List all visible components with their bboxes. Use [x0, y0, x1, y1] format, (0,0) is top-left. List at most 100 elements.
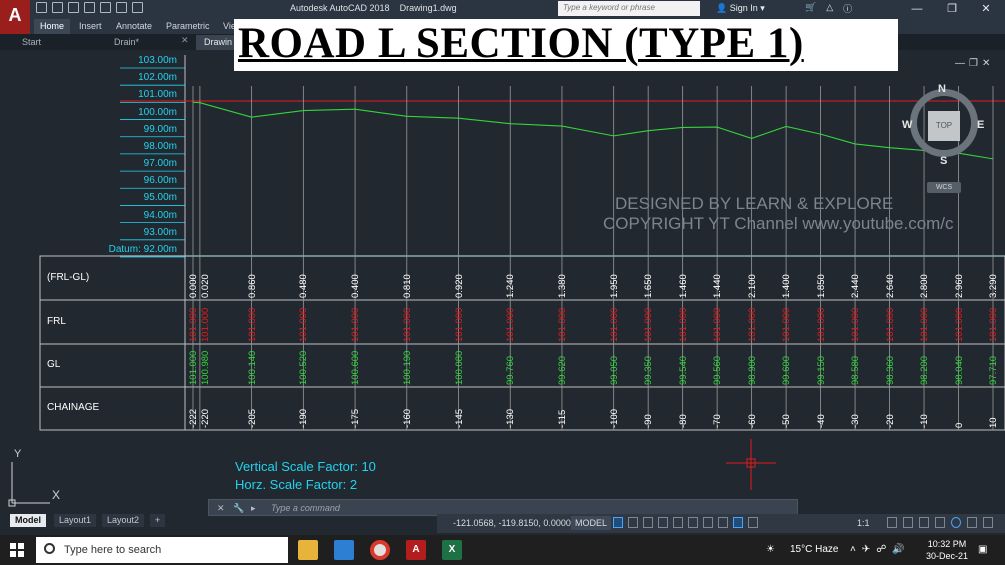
gl-value: 99.350	[643, 355, 655, 385]
gl-value: 100.190	[401, 350, 413, 385]
ortho-icon[interactable]	[643, 517, 653, 528]
tab-insert[interactable]: Insert	[73, 19, 108, 34]
frl-value: 101.000	[298, 307, 310, 342]
frl-gl-value: 1.400	[781, 274, 793, 298]
model-space-button[interactable]: MODEL	[571, 516, 612, 530]
status-bar: -121.0568, -119.8150, 0.0000 MODEL 1:1	[437, 514, 1005, 533]
annotation-scale[interactable]: 1:1	[857, 518, 870, 528]
frl-value: 101.000	[953, 307, 965, 342]
gl-value: 98.200	[919, 355, 931, 385]
frl-value: 101.000	[188, 307, 199, 342]
help-search-input[interactable]: Type a keyword or phrase	[558, 1, 700, 16]
weather-icon[interactable]: ☀	[766, 544, 775, 555]
gl-value: 99.760	[505, 355, 517, 385]
viewcube-south[interactable]: S	[940, 155, 947, 167]
cart-icon[interactable]: 🛒	[805, 2, 816, 15]
frl-gl-value: 1.850	[815, 274, 827, 298]
frl-gl-value: 1.950	[608, 274, 620, 298]
windows-start-icon[interactable]	[10, 543, 24, 557]
gl-value: 99.620	[556, 355, 568, 385]
status-right-icons	[887, 517, 993, 528]
frl-value: 101.000	[643, 307, 655, 342]
frl-gl-value: 1.460	[677, 274, 689, 298]
layout-tab-layout2[interactable]: Layout2	[102, 514, 145, 527]
plus-icon[interactable]	[903, 517, 913, 528]
elevation-label: 95.00m	[143, 192, 177, 204]
viewport-controls[interactable]: —❐✕	[955, 58, 994, 69]
frl-value: 101.000	[781, 307, 793, 342]
hardware-accel-icon[interactable]	[951, 517, 961, 528]
file-explorer-icon[interactable]	[298, 540, 318, 560]
lineweight-icon[interactable]	[703, 517, 713, 528]
weather-text[interactable]: 15°C Haze	[790, 544, 838, 555]
polar-icon[interactable]	[658, 517, 668, 528]
sign-in-button[interactable]: 👤 Sign In ▾	[716, 3, 765, 14]
zoom-icon[interactable]	[334, 540, 354, 560]
a360-icon[interactable]: △	[826, 2, 833, 15]
doc-tab-drawing1[interactable]: Drawin	[196, 35, 234, 50]
customization-menu-icon[interactable]	[983, 517, 993, 528]
save-icon[interactable]	[68, 2, 79, 13]
autocad-taskbar-icon[interactable]: A	[406, 540, 426, 560]
frl-value: 101.000	[608, 307, 620, 342]
layout-tab-layout1[interactable]: Layout1	[54, 514, 97, 527]
viewcube-north[interactable]: N	[938, 83, 946, 95]
isolate-icon[interactable]	[935, 517, 945, 528]
isodraft-icon[interactable]	[673, 517, 683, 528]
viewcube-west[interactable]: W	[902, 119, 912, 131]
close-button[interactable]: ✕	[975, 1, 997, 17]
frl-gl-value: 2.800	[919, 274, 931, 298]
taskbar-search-input[interactable]: Type here to search	[36, 537, 288, 563]
undo-icon[interactable]	[116, 2, 127, 13]
chrome-icon[interactable]	[370, 540, 390, 560]
cursor-coordinates[interactable]: -121.0568, -119.8150, 0.0000	[453, 518, 571, 528]
annotation-scale-icon[interactable]	[748, 517, 758, 528]
frl-value: 101.000	[919, 307, 931, 342]
chainage-value: -145	[453, 408, 465, 428]
gl-value: 99.540	[677, 355, 689, 385]
doc-tab-start[interactable]: Start	[0, 35, 105, 50]
plot-icon[interactable]	[100, 2, 111, 13]
annotation-monitor-icon[interactable]	[733, 517, 743, 528]
tab-parametric[interactable]: Parametric	[160, 19, 216, 34]
snap-icon[interactable]	[628, 517, 638, 528]
help-icon[interactable]: ⓘ	[843, 2, 852, 15]
system-tray-icons[interactable]: ˄✈☍🔊	[850, 544, 911, 555]
grid-icon[interactable]	[613, 517, 623, 528]
osnap-icon[interactable]	[688, 517, 698, 528]
drawing-canvas[interactable]: 103.00m 102.00m 101.00m 100.00m 99.00m 98.00m…	[0, 50, 1005, 512]
excel-icon[interactable]: X	[442, 540, 462, 560]
frl-value: 101.000	[712, 307, 724, 342]
chainage-value: -175	[350, 408, 362, 428]
save-as-icon[interactable]	[84, 2, 95, 13]
frl-gl-value: 0.480	[298, 274, 310, 298]
workspace-gear-icon[interactable]	[887, 517, 897, 528]
restore-button[interactable]: ❐	[941, 1, 963, 17]
viewcube-east[interactable]: E	[977, 119, 984, 131]
clock[interactable]: 10:32 PM 30-Dec-21	[926, 538, 968, 562]
tab-home[interactable]: Home	[34, 19, 71, 34]
layout-tab-model[interactable]: Model	[10, 514, 46, 527]
add-layout-button[interactable]: +	[150, 514, 166, 527]
clean-screen-icon[interactable]	[967, 517, 977, 528]
frl-gl-value: 0.810	[401, 274, 413, 298]
horizontal-scale-factor: Horz. Scale Factor: 2	[235, 477, 358, 492]
clock-date: 30-Dec-21	[926, 551, 969, 561]
open-folder-icon[interactable]	[52, 2, 63, 13]
viewcube-top-face[interactable]: TOP	[928, 111, 960, 141]
units-icon[interactable]	[919, 517, 929, 528]
new-file-icon[interactable]	[36, 2, 47, 13]
frl-gl-value: 0.920	[453, 274, 465, 298]
autocad-logo[interactable]: A	[0, 0, 30, 34]
chainage-value: -80	[677, 414, 689, 428]
notifications-icon[interactable]: ▣	[978, 544, 987, 555]
tab-annotate[interactable]: Annotate	[110, 19, 158, 34]
close-doc-tab-icon[interactable]: ✕	[181, 35, 189, 46]
minimize-button[interactable]: —	[906, 1, 928, 17]
chainage-value: -90	[643, 414, 655, 428]
wcs-menu[interactable]: WCS	[927, 182, 961, 193]
transparency-icon[interactable]	[718, 517, 728, 528]
ucs-x-label: X	[52, 488, 61, 502]
gl-value: 97.710	[988, 355, 999, 385]
redo-icon[interactable]	[132, 2, 143, 13]
